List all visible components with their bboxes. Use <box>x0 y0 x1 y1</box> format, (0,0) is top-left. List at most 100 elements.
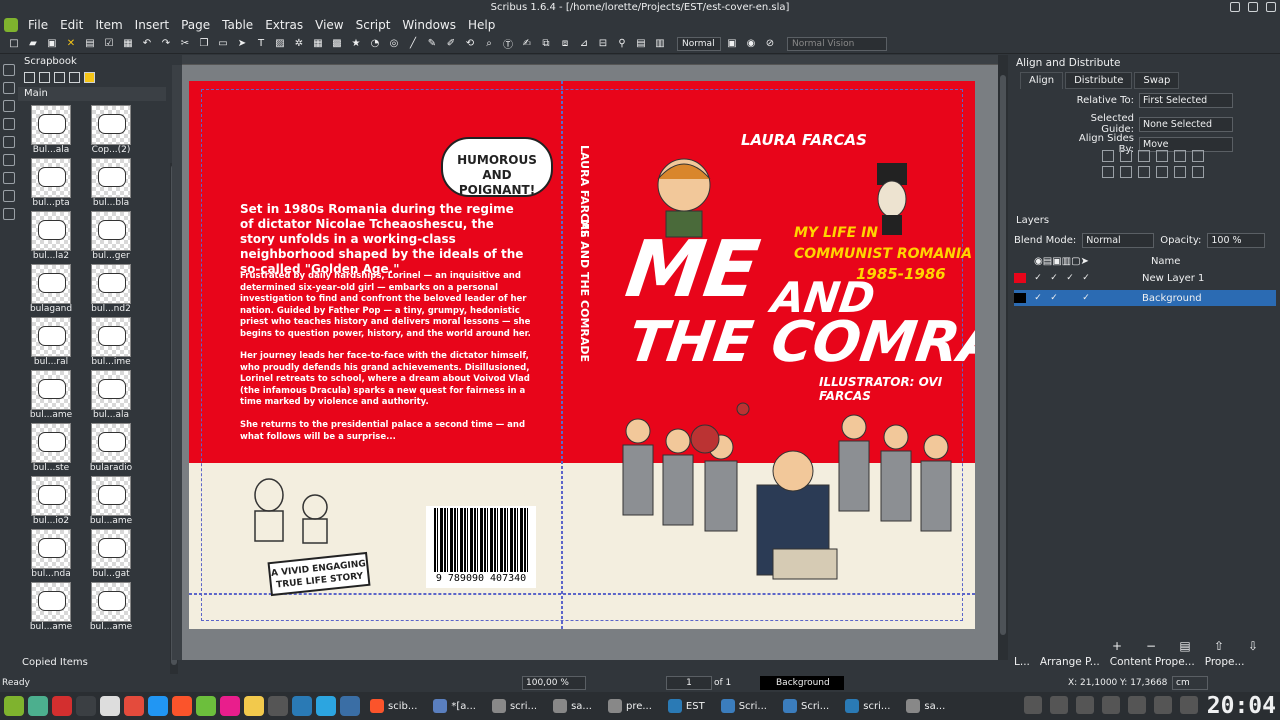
layer-select[interactable]: Background <box>760 676 844 690</box>
no-preview-icon[interactable]: ⊘ <box>762 36 778 52</box>
duplicate-layer-icon[interactable]: ▤ <box>1178 640 1192 652</box>
story-editor-icon[interactable]: ✍ <box>519 36 535 52</box>
scrapbook-item[interactable]: bul...la2 <box>24 211 78 261</box>
menu-script[interactable]: Script <box>350 16 397 34</box>
show-desktop-icon[interactable] <box>28 696 48 716</box>
scrapbook-item[interactable]: bul...ime <box>84 317 138 367</box>
relative-to-select[interactable]: First Selected <box>1139 93 1233 108</box>
text-editor-icon[interactable] <box>268 696 288 716</box>
clock[interactable]: 20:04 <box>1207 692 1276 720</box>
layers-tab-icon[interactable] <box>3 136 15 148</box>
select-tool-icon[interactable]: ➤ <box>234 36 250 52</box>
delete-scrapbook-icon[interactable] <box>84 71 95 83</box>
vision-select[interactable]: Normal Vision <box>787 36 887 51</box>
scrapbook-item[interactable]: bul...ame <box>24 582 78 632</box>
bookmarks-tab-icon[interactable] <box>3 172 15 184</box>
pdf-export-icon[interactable]: ▦ <box>120 36 136 52</box>
eyedropper-icon[interactable]: ⚲ <box>614 36 630 52</box>
keepass-icon[interactable] <box>196 696 216 716</box>
menu-edit[interactable]: Edit <box>54 16 89 34</box>
freehand-icon[interactable]: ✐ <box>443 36 459 52</box>
tab-properties[interactable]: Prope... <box>1205 656 1245 672</box>
menu-windows[interactable]: Windows <box>396 16 462 34</box>
line-icon[interactable]: ╱ <box>405 36 421 52</box>
menu-item[interactable]: Item <box>89 16 128 34</box>
browser-icon[interactable] <box>76 696 96 716</box>
align-right-in-icon[interactable] <box>1156 150 1168 162</box>
scrapbook-item[interactable]: bulagand <box>24 264 78 314</box>
align-guide-v-icon[interactable] <box>1192 150 1204 162</box>
layer-outline-check[interactable] <box>1096 272 1108 284</box>
raise-layer-icon[interactable]: ⇧ <box>1212 640 1226 652</box>
new-doc-icon[interactable]: □ <box>6 36 22 52</box>
scrapbook-tab-main[interactable]: Main <box>18 87 166 101</box>
app-icon[interactable] <box>148 696 168 716</box>
align-guide-h-icon[interactable] <box>1192 166 1204 178</box>
align-bottom-in-icon[interactable] <box>1156 166 1168 178</box>
menu-page[interactable]: Page <box>175 16 216 34</box>
blend-mode-select[interactable]: Normal <box>1082 233 1155 248</box>
checklist-tab-icon[interactable] <box>3 82 15 94</box>
copied-items-tab[interactable]: Copied Items <box>22 657 88 668</box>
scrapbook-item[interactable]: bul...ger <box>84 211 138 261</box>
task-item[interactable]: pre... <box>602 695 658 717</box>
zoom-icon[interactable]: ⌕ <box>481 36 497 52</box>
bezier-icon[interactable]: ✎ <box>424 36 440 52</box>
scrapbook-item[interactable]: bul...ame <box>84 582 138 632</box>
scrapbook-item[interactable]: bul...io2 <box>24 476 78 526</box>
align-top-out-icon[interactable] <box>1120 166 1132 178</box>
link-frames-icon[interactable]: ⧉ <box>538 36 554 52</box>
update-icon[interactable] <box>1154 696 1172 714</box>
tab-arrange-pages[interactable]: Arrange P... <box>1040 656 1100 672</box>
page-number-field[interactable]: 1 <box>666 676 712 690</box>
paste-icon[interactable]: ▭ <box>215 36 231 52</box>
spiral-icon[interactable]: ◎ <box>386 36 402 52</box>
cut-icon[interactable]: ✂ <box>177 36 193 52</box>
import-scrapbook-icon[interactable] <box>69 71 80 83</box>
shape-icon[interactable]: ▩ <box>329 36 345 52</box>
tab-align[interactable]: Align <box>1020 72 1064 89</box>
menu-view[interactable]: View <box>309 16 349 34</box>
align-right-icon[interactable] <box>1174 150 1186 162</box>
cloud-icon[interactable] <box>340 696 360 716</box>
task-item[interactable]: sa... <box>547 695 598 717</box>
scrapbook-item[interactable]: bul...ame <box>84 476 138 526</box>
add-layer-icon[interactable]: + <box>1110 640 1124 652</box>
scrapbook-item[interactable]: bul...nd2 <box>84 264 138 314</box>
remove-layer-icon[interactable]: − <box>1144 640 1158 652</box>
align-center-v-icon[interactable] <box>1138 166 1150 178</box>
align-left-out-icon[interactable] <box>1120 150 1132 162</box>
scrapbook-item[interactable]: bul...nda <box>24 529 78 579</box>
layer-row[interactable]: ✓ ✓ ✓ ✓ New Layer 1 <box>1014 270 1276 286</box>
tab-content-properties[interactable]: Content Prope... <box>1110 656 1195 672</box>
maximize-icon[interactable] <box>1248 2 1258 12</box>
notes-icon[interactable] <box>244 696 264 716</box>
layer-select-check[interactable] <box>1112 272 1124 284</box>
task-item[interactable]: sa... <box>900 695 951 717</box>
layer-print-check[interactable]: ✓ <box>1048 272 1060 284</box>
layer-flow-check[interactable]: ✓ <box>1080 272 1092 284</box>
preflight-icon[interactable]: ☑ <box>101 36 117 52</box>
preview-icon[interactable]: ◉ <box>743 36 759 52</box>
menu-help[interactable]: Help <box>462 16 501 34</box>
app-launcher-icon[interactable] <box>52 696 72 716</box>
layer-name[interactable]: Background <box>1142 293 1202 304</box>
lower-layer-icon[interactable]: ⇩ <box>1246 640 1260 652</box>
unit-select[interactable]: cm <box>1172 676 1208 690</box>
opacity-spinbox[interactable]: 100 % <box>1207 233 1266 248</box>
inkscape-icon[interactable] <box>100 696 120 716</box>
layer-visible-check[interactable]: ✓ <box>1032 272 1044 284</box>
layer-lock-check[interactable] <box>1064 292 1076 304</box>
copy-props-icon[interactable]: ⊟ <box>595 36 611 52</box>
task-item[interactable]: Scri... <box>777 695 835 717</box>
document-canvas[interactable]: Set in 1980s Romania during the regime o… <box>182 65 998 660</box>
resources-tab-icon[interactable] <box>3 190 15 202</box>
color-mgmt-icon[interactable]: ▣ <box>724 36 740 52</box>
layer-name[interactable]: New Layer 1 <box>1142 273 1204 284</box>
mint-menu-icon[interactable] <box>4 696 24 716</box>
align-left-icon[interactable] <box>1102 150 1114 162</box>
task-item[interactable]: scri... <box>486 695 543 717</box>
menu-file[interactable]: File <box>22 16 54 34</box>
pdf-annot-icon[interactable]: ▥ <box>652 36 668 52</box>
image-frame-icon[interactable]: ▨ <box>272 36 288 52</box>
